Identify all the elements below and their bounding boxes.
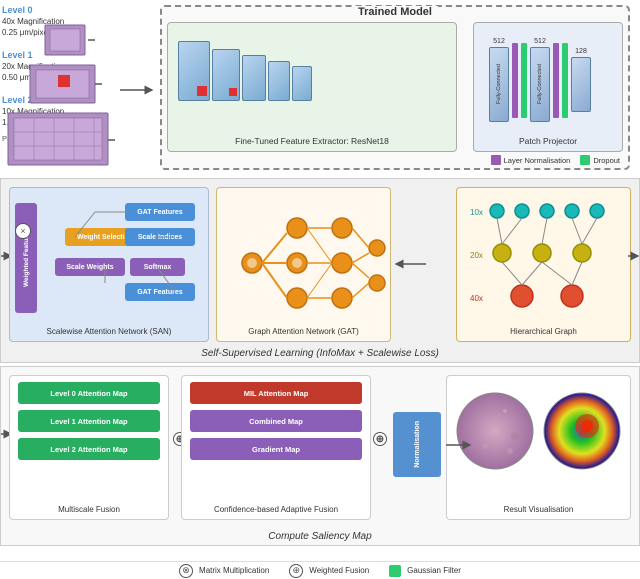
legend: Layer Normalisation Dropout [491, 155, 620, 165]
norm-to-result-arrow [444, 435, 474, 455]
middle-section: Weighted Features × GAT Features Weight … [0, 178, 640, 363]
san-nodes: GAT Features Weight Selection Scale Indi… [45, 198, 200, 328]
feature-extractor-label: Fine-Tuned Feature Extractor: ResNet18 [168, 136, 456, 146]
fc-block-2: Fully-Connected [530, 47, 550, 122]
cnn-block-5 [292, 66, 312, 101]
level-1-attention-map: Level 1 Attention Map [18, 410, 160, 432]
fc-512-1: 512 Fully-Connected [489, 38, 509, 122]
san-box: Weighted Features × GAT Features Weight … [9, 187, 209, 342]
top-section: Level 0 40x Magnification 0.25 μm/pixel … [0, 0, 640, 175]
adaptive-box: MIL Attention Map Combined Map Gradient … [181, 375, 371, 520]
trained-model-title: Trained Model [352, 6, 438, 18]
softmax-node: Softmax [130, 258, 185, 276]
multiply-symbol: × [15, 223, 31, 239]
normalization-label: Normalisation [414, 421, 421, 468]
bottom-section-title: Compute Saliency Map [1, 531, 639, 542]
multiscale-label: Multiscale Fusion [10, 505, 168, 514]
bottom-section: Level 0 Attention Map Level 1 Attention … [0, 366, 640, 546]
tma-pyramid-svg: TMA Core [0, 15, 130, 170]
fc-512-2: 512 Fully-Connected [530, 38, 550, 122]
middle-section-label: Self-Supervised Learning (InfoMax + Scal… [1, 348, 639, 359]
gaussian-filter-icon [389, 565, 401, 577]
matrix-mult-symbol: ⊗ [179, 564, 193, 578]
histology-image [455, 391, 535, 471]
cnn-block-1 [178, 41, 210, 101]
hier-graph-label: Hierarchical Graph [457, 327, 630, 336]
combined-map: Combined Map [190, 410, 362, 432]
legend-layer-norm-label: Layer Normalisation [504, 156, 571, 165]
patch-projector-label: Patch Projector [474, 136, 622, 146]
feature-extractor-area: Fine-Tuned Feature Extractor: ResNet18 [167, 22, 457, 152]
fc-blocks: 512 Fully-Connected 512 Fully-Connected [489, 38, 591, 122]
legend-gaussian-filter: Gaussian Filter [389, 565, 461, 577]
legend-layer-norm: Layer Normalisation [491, 155, 571, 165]
right-arrow-middle [626, 244, 640, 269]
plus-circle-2: ⊕ [373, 432, 387, 446]
cnn-block-2 [212, 49, 240, 101]
hier-graph-svg: 10x 20x 40x [462, 193, 627, 323]
cnn-block-4 [268, 61, 290, 101]
matrix-mult-label: Matrix Multiplication [199, 566, 269, 575]
legend-dropout-label: Dropout [593, 156, 620, 165]
layer-norm-2 [553, 43, 559, 118]
legend-layer-norm-color [491, 155, 501, 165]
gat-to-hier-arrow [391, 254, 431, 274]
level-0-attention-map: Level 0 Attention Map [18, 382, 160, 404]
red-square-2 [229, 88, 237, 96]
scale-indices-node: Scale Indices [125, 228, 195, 246]
cnn-blocks [178, 41, 312, 101]
fc-size-3: 128 [571, 48, 591, 55]
multiscale-box: Level 0 Attention Map Level 1 Attention … [9, 375, 169, 520]
legend-dropout-color [580, 155, 590, 165]
svg-text:10x: 10x [470, 208, 483, 217]
layer-norm-1 [512, 43, 518, 118]
gat-features-top: GAT Features [125, 203, 195, 221]
weighted-features-bar: Weighted Features [15, 203, 37, 313]
gaussian-filter-label: Gaussian Filter [407, 566, 461, 575]
svg-text:20x: 20x [470, 251, 483, 260]
weighted-fusion-label: Weighted Fusion [309, 566, 369, 575]
fc-128: 128 [571, 48, 591, 112]
weighted-fusion-symbol: ⊕ [289, 564, 303, 578]
trained-model-box: Trained Model Fine-Tuned Feature Extract… [160, 5, 630, 170]
result-viz-label: Result Visualisation [447, 505, 630, 514]
fc-block-3 [571, 57, 591, 112]
patch-projector-area: 512 Fully-Connected 512 Fully-Connected [473, 22, 623, 152]
level-0-label: Level 0 [2, 5, 33, 15]
san-label: Scalewise Attention Network (SAN) [10, 327, 208, 336]
mil-attention-map: MIL Attention Map [190, 382, 362, 404]
fc-size-1: 512 [489, 38, 509, 45]
fc-block-1: Fully-Connected [489, 47, 509, 122]
scale-weights-node: Scale Weights [55, 258, 125, 276]
main-container: Level 0 40x Magnification 0.25 μm/pixel … [0, 0, 640, 579]
adaptive-label: Confidence-based Adaptive Fusion [182, 505, 370, 514]
fc-size-2: 512 [530, 38, 550, 45]
gradient-map: Gradient Map [190, 438, 362, 460]
fc-label-1: Fully-Connected [496, 64, 502, 104]
gat-label: Graph Attention Network (GAT) [217, 327, 390, 336]
fc-label-2: Fully-Connected [537, 64, 543, 104]
bottom-legend: ⊗ Matrix Multiplication ⊕ Weighted Fusio… [0, 561, 640, 579]
red-square-1 [197, 86, 207, 96]
gat-features-bot: GAT Features [125, 283, 195, 301]
gat-box: Graph Attention Network (GAT) [216, 187, 391, 342]
arrow-to-model [118, 80, 158, 100]
cnn-block-3 [242, 55, 266, 101]
heatmap-image [542, 391, 622, 471]
sum-symbol-2: ⊕ [373, 432, 387, 446]
level-2-attention-map: Level 2 Attention Map [18, 438, 160, 460]
legend-weighted-fusion: ⊕ Weighted Fusion [289, 564, 369, 578]
hier-graph-box: 10x 20x 40x [456, 187, 631, 342]
dropout-2 [562, 43, 568, 118]
svg-text:40x: 40x [470, 294, 483, 303]
legend-dropout: Dropout [580, 155, 620, 165]
gat-svg [222, 198, 387, 328]
legend-matrix-mult: ⊗ Matrix Multiplication [179, 564, 269, 578]
dropout-1 [521, 43, 527, 118]
normalization-box: Normalisation [393, 412, 441, 477]
